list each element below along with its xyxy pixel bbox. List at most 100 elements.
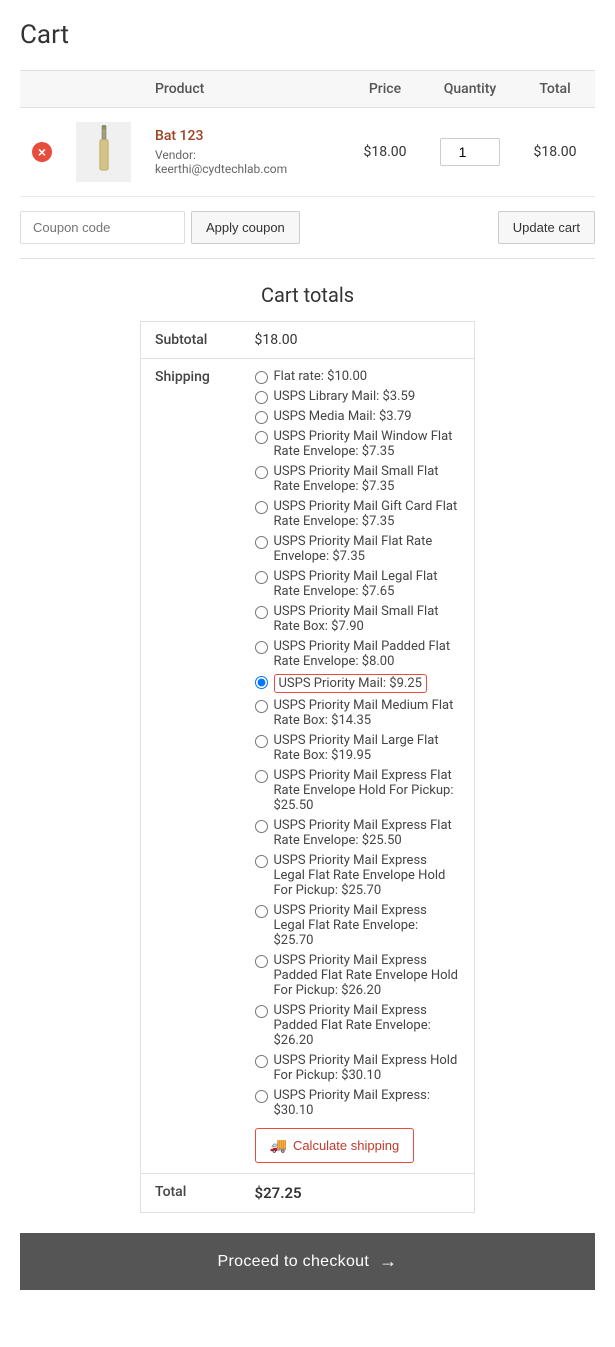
shipping-option-label[interactable]: USPS Priority Mail Express Legal Flat Ra… <box>274 853 461 898</box>
shipping-radio-usps_pp_flat_env[interactable] <box>255 641 268 654</box>
shipping-radio-usps_pl_flat_env[interactable] <box>255 571 268 584</box>
shipping-option-label[interactable]: USPS Priority Mail Express Padded Flat R… <box>274 953 461 998</box>
shipping-option-label[interactable]: USPS Priority Mail Express: $30.10 <box>274 1088 461 1118</box>
coupon-input[interactable] <box>20 211 185 244</box>
subtotal-row: Subtotal $18.00 <box>141 322 475 359</box>
shipping-radio-usps_ps_flat_env[interactable] <box>255 466 268 479</box>
shipping-option-label[interactable]: Flat rate: $10.00 <box>274 369 368 384</box>
shipping-option-item: USPS Priority Mail Express Padded Flat R… <box>255 953 461 998</box>
shipping-radio-usps_ps_flat_box[interactable] <box>255 606 268 619</box>
shipping-option-item: USPS Priority Mail Express Flat Rate Env… <box>255 768 461 813</box>
table-row: × Bat 123 Ve <box>20 108 595 197</box>
shipping-options-list: Flat rate: $10.00 USPS Library Mail: $3.5… <box>255 369 461 1118</box>
arrow-right-icon: → <box>379 1251 397 1272</box>
proceed-to-checkout-button[interactable]: Proceed to checkout → <box>20 1233 595 1290</box>
cart-totals-section: Cart totals Subtotal $18.00 Shipping Fla… <box>20 283 595 1213</box>
shipping-option-label[interactable]: USPS Priority Mail Gift Card Flat Rate E… <box>274 499 461 529</box>
shipping-option-item: USPS Priority Mail Large Flat Rate Box: … <box>255 733 461 763</box>
shipping-radio-usps_pel_flat_env_hold[interactable] <box>255 855 268 868</box>
quantity-input[interactable] <box>440 138 500 166</box>
shipping-option-label[interactable]: USPS Priority Mail Window Flat Rate Enve… <box>274 429 461 459</box>
apply-coupon-button[interactable]: Apply coupon <box>191 211 300 244</box>
close-icon: × <box>32 142 52 162</box>
shipping-option-item: USPS Priority Mail Padded Flat Rate Enve… <box>255 639 461 669</box>
cart-totals-title: Cart totals <box>261 283 354 307</box>
shipping-radio-usps_pe_hold[interactable] <box>255 1055 268 1068</box>
shipping-option-label[interactable]: USPS Priority Mail Express Padded Flat R… <box>274 1003 461 1048</box>
shipping-radio-usps_pe[interactable] <box>255 1090 268 1103</box>
shipping-radio-usps_pel_flat_env[interactable] <box>255 905 268 918</box>
shipping-option-item: USPS Priority Mail Express: $30.10 <box>255 1088 461 1118</box>
shipping-radio-usps_library[interactable] <box>255 391 268 404</box>
cart-totals-table: Subtotal $18.00 Shipping Flat rate: $10.… <box>140 321 475 1213</box>
coupon-row: Apply coupon Update cart <box>20 197 595 259</box>
subtotal-value: $18.00 <box>241 322 475 359</box>
shipping-option-label[interactable]: USPS Priority Mail Large Flat Rate Box: … <box>274 733 461 763</box>
shipping-label: Shipping <box>141 359 241 1174</box>
remove-item-button[interactable]: × <box>32 142 52 162</box>
shipping-radio-usps_pgc_flat_env[interactable] <box>255 501 268 514</box>
update-cart-button[interactable]: Update cart <box>498 211 595 244</box>
shipping-option-item: USPS Priority Mail Medium Flat Rate Box:… <box>255 698 461 728</box>
total-value: $27.25 <box>241 1174 475 1213</box>
shipping-radio-usps_pep_flat_env[interactable] <box>255 1005 268 1018</box>
shipping-option-item: USPS Priority Mail: $9.25 <box>255 674 461 693</box>
calc-shipping-label: Calculate shipping <box>293 1138 399 1153</box>
shipping-radio-usps_pep_flat_env_hold[interactable] <box>255 955 268 968</box>
shipping-option-label[interactable]: USPS Media Mail: $3.79 <box>274 409 412 424</box>
col-header-price: Price <box>345 71 425 108</box>
col-header-total: Total <box>515 71 595 108</box>
item-total: $18.00 <box>533 144 576 160</box>
col-header-image <box>64 71 143 108</box>
shipping-option-label[interactable]: USPS Priority Mail Small Flat Rate Box: … <box>274 604 461 634</box>
shipping-radio-usps_pe_flat_env[interactable] <box>255 820 268 833</box>
shipping-option-item: USPS Media Mail: $3.79 <box>255 409 461 424</box>
shipping-option-label[interactable]: USPS Priority Mail: $9.25 <box>274 674 427 693</box>
total-row: Total $27.25 <box>141 1174 475 1213</box>
shipping-option-label[interactable]: USPS Priority Mail Express Hold For Pick… <box>274 1053 461 1083</box>
shipping-option-item: Flat rate: $10.00 <box>255 369 461 384</box>
shipping-radio-usps_p_mail[interactable] <box>255 676 268 689</box>
cart-table: Product Price Quantity Total × <box>20 70 595 197</box>
shipping-radio-usps_pw_flat_env[interactable] <box>255 431 268 444</box>
shipping-option-item: USPS Priority Mail Small Flat Rate Envel… <box>255 464 461 494</box>
shipping-radio-usps_pm_flat_box[interactable] <box>255 700 268 713</box>
subtotal-label: Subtotal <box>141 322 241 359</box>
shipping-option-label[interactable]: USPS Priority Mail Medium Flat Rate Box:… <box>274 698 461 728</box>
shipping-radio-usps_pe_flat_env_hold[interactable] <box>255 770 268 783</box>
shipping-option-label[interactable]: USPS Priority Mail Legal Flat Rate Envel… <box>274 569 461 599</box>
shipping-radio-usps_media[interactable] <box>255 411 268 424</box>
shipping-radio-flat_rate[interactable] <box>255 371 268 384</box>
calculate-shipping-button[interactable]: 🚚 Calculate shipping <box>255 1128 415 1163</box>
product-name[interactable]: Bat 123 <box>155 128 333 144</box>
shipping-option-label[interactable]: USPS Priority Mail Padded Flat Rate Enve… <box>274 639 461 669</box>
col-header-quantity: Quantity <box>425 71 515 108</box>
col-header-product: Product <box>143 71 345 108</box>
shipping-option-label[interactable]: USPS Priority Mail Small Flat Rate Envel… <box>274 464 461 494</box>
total-label: Total <box>141 1174 241 1213</box>
shipping-option-label[interactable]: USPS Priority Mail Express Flat Rate Env… <box>274 818 461 848</box>
shipping-radio-usps_p_flat_env[interactable] <box>255 536 268 549</box>
product-image <box>76 122 131 182</box>
shipping-option-item: USPS Priority Mail Express Hold For Pick… <box>255 1053 461 1083</box>
truck-icon: 🚚 <box>270 1137 287 1154</box>
shipping-option-item: USPS Priority Mail Express Legal Flat Ra… <box>255 853 461 898</box>
shipping-option-item: USPS Priority Mail Window Flat Rate Enve… <box>255 429 461 459</box>
shipping-option-item: USPS Priority Mail Express Padded Flat R… <box>255 1003 461 1048</box>
shipping-radio-usps_pl_flat_box[interactable] <box>255 735 268 748</box>
shipping-option-label[interactable]: USPS Priority Mail Flat Rate Envelope: $… <box>274 534 461 564</box>
shipping-option-item: USPS Priority Mail Legal Flat Rate Envel… <box>255 569 461 599</box>
shipping-option-item: USPS Priority Mail Express Legal Flat Ra… <box>255 903 461 948</box>
shipping-row: Shipping Flat rate: $10.00 USPS Library M… <box>141 359 475 1174</box>
shipping-option-label[interactable]: USPS Priority Mail Express Flat Rate Env… <box>274 768 461 813</box>
vendor-label: Vendor: <box>155 148 333 162</box>
shipping-option-item: USPS Priority Mail Flat Rate Envelope: $… <box>255 534 461 564</box>
shipping-option-item: USPS Library Mail: $3.59 <box>255 389 461 404</box>
shipping-option-label[interactable]: USPS Library Mail: $3.59 <box>274 389 416 404</box>
shipping-options-cell: Flat rate: $10.00 USPS Library Mail: $3.5… <box>241 359 475 1174</box>
col-header-remove <box>20 71 64 108</box>
vendor-email: keerthi@cydtechlab.com <box>155 162 333 176</box>
shipping-option-label[interactable]: USPS Priority Mail Express Legal Flat Ra… <box>274 903 461 948</box>
item-price: $18.00 <box>363 144 406 160</box>
checkout-button-label: Proceed to checkout <box>218 1253 370 1271</box>
